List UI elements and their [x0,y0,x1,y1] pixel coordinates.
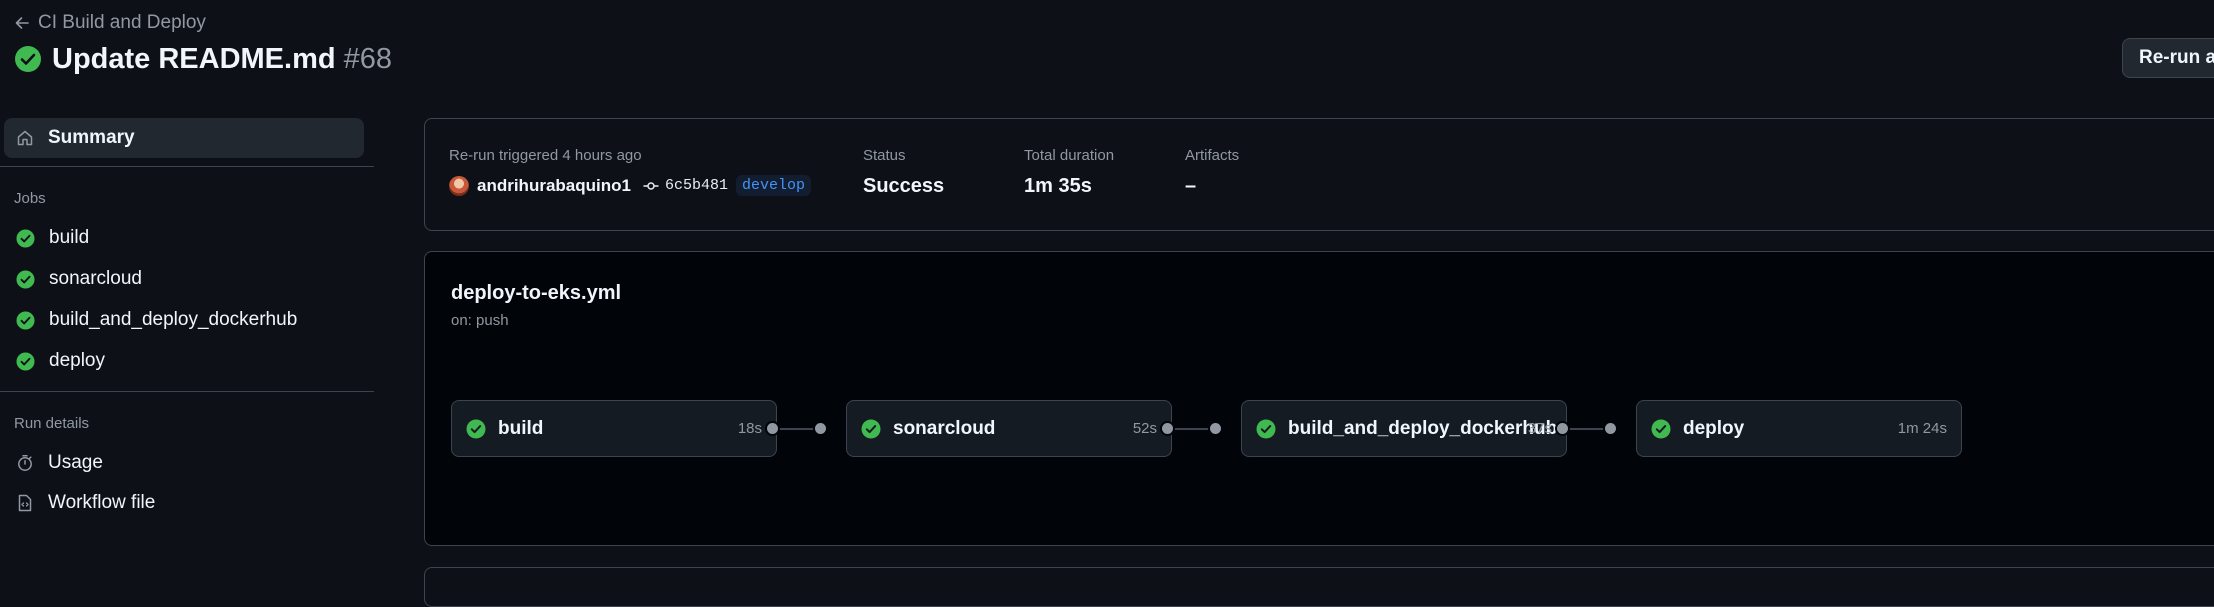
job-output-port [1160,421,1175,436]
duration-value: 1m 35s [1024,175,1092,197]
artifacts-value: – [1185,175,1197,197]
sidebar-divider [0,166,374,167]
sidebar-item-label: Usage [48,452,103,473]
run-summary-card: Re-run triggered 4 hours ago andrihuraba… [424,118,2214,231]
run-title: Update README.md #68 [14,42,392,76]
trigger-details: andrihurabaquino1 6c5b481 develop [449,175,811,196]
success-check-icon [1256,419,1276,439]
job-node-build[interactable]: build 18s [451,400,777,457]
job-node-deploy[interactable]: deploy 1m 24s [1636,400,1962,457]
status-label: Status [863,147,906,164]
job-name: sonarcloud [893,418,996,439]
branch-label[interactable]: develop [735,175,811,196]
rerun-all-jobs-button[interactable]: Re-run all jobs [2122,38,2214,78]
sidebar-item-job-build-and-deploy-dockerhub[interactable]: build_and_deploy_dockerhub [4,300,364,340]
success-check-icon [16,310,35,330]
trigger-label: Re-run triggered 4 hours ago [449,147,642,164]
annotations-card [424,567,2214,607]
job-name: build [498,418,544,439]
sidebar-item-label: sonarcloud [49,268,142,289]
success-check-icon [16,269,35,289]
run-details-heading: Run details [14,415,90,432]
job-duration: 1m 24s [1897,420,1947,437]
run-number: #68 [343,43,392,75]
commit-sha: 6c5b481 [664,177,728,194]
author-link[interactable]: andrihurabaquino1 [477,176,631,196]
job-input-port [1603,421,1618,436]
artifacts-label: Artifacts [1185,147,1240,164]
job-output-port [1555,421,1570,436]
sidebar-item-job-build[interactable]: build [4,218,364,258]
job-duration: 18s [737,420,762,437]
sidebar-divider [0,391,374,392]
workflow-name-link[interactable]: CI Build and Deploy [38,12,206,34]
git-commit-icon [643,180,659,192]
job-name: deploy [1683,418,1745,439]
sidebar-item-label: build [49,227,90,248]
jobs-heading: Jobs [14,190,46,207]
back-link[interactable]: CI Build and Deploy [14,12,206,34]
success-check-icon [16,351,35,371]
arrow-left-icon [14,15,30,31]
job-input-port [813,421,828,436]
sidebar-item-label: Summary [48,127,135,148]
job-input-port [1208,421,1223,436]
job-name: build_and_deploy_dockerhub [1288,418,1558,439]
status-value: Success [863,175,945,197]
sidebar-item-label: Workflow file [48,492,156,513]
sidebar-item-label: deploy [49,350,105,371]
sidebar-item-workflow-file[interactable]: Workflow file [4,483,364,523]
page-title: Update README.md [52,43,336,75]
commit-link[interactable]: 6c5b481 [643,177,728,194]
job-node-build-and-deploy-dockerhub[interactable]: build_and_deploy_dockerhub 37s [1241,400,1567,457]
sidebar-item-label: build_and_deploy_dockerhub [49,309,298,330]
sidebar-item-job-deploy[interactable]: deploy [4,341,364,381]
job-output-port [765,421,780,436]
job-duration: 52s [1132,420,1157,437]
sidebar-item-usage[interactable]: Usage [4,443,364,483]
sidebar-item-job-sonarcloud[interactable]: sonarcloud [4,259,364,299]
success-check-icon [16,228,35,248]
success-check-icon [1651,419,1671,439]
avatar[interactable] [449,175,469,196]
workflow-graph-card: deploy-to-eks.yml on: push build 18s son… [424,251,2214,546]
job-node-sonarcloud[interactable]: sonarcloud 52s [846,400,1172,457]
home-icon [16,129,34,147]
job-duration: 37s [1527,420,1552,437]
file-code-icon [16,494,34,512]
workflow-trigger: on: push [451,312,509,329]
success-check-icon [14,45,42,73]
sidebar-item-summary[interactable]: Summary [4,118,364,158]
success-check-icon [466,419,486,439]
duration-label: Total duration [1024,147,1115,164]
workflow-file-name: deploy-to-eks.yml [451,282,622,304]
stopwatch-icon [16,454,34,472]
success-check-icon [861,419,881,439]
